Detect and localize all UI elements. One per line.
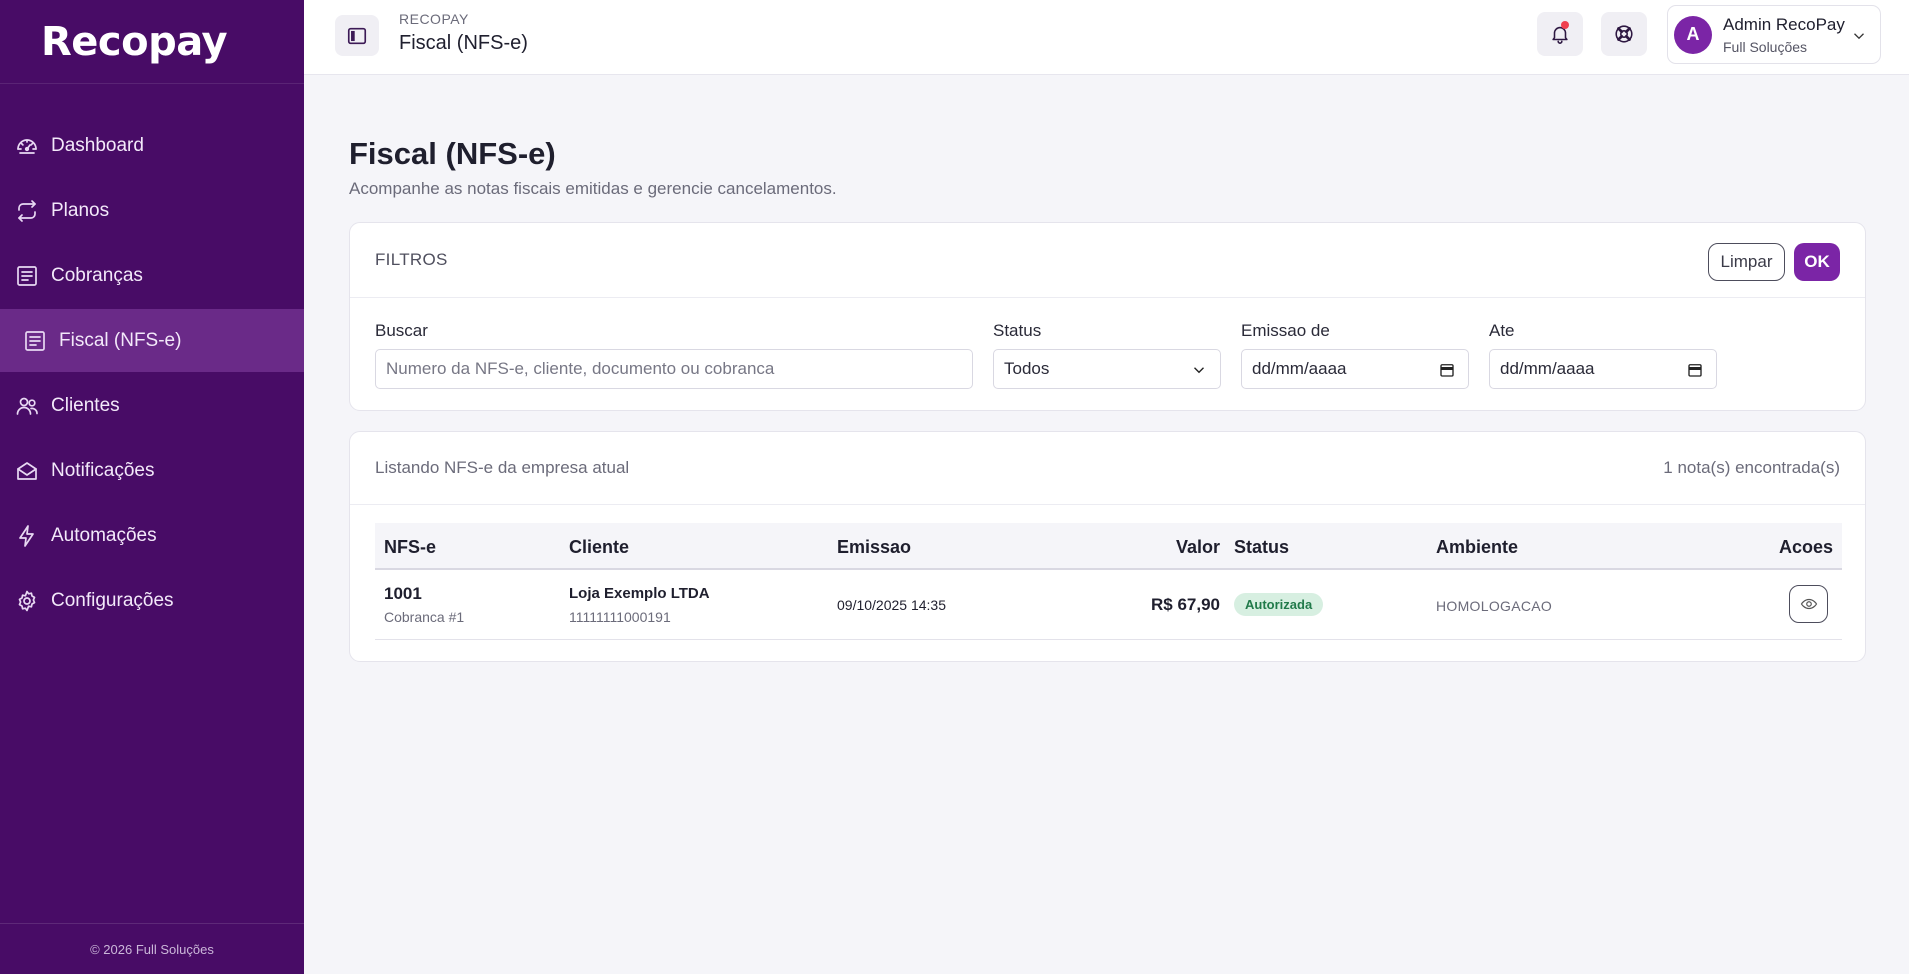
emissao-de-field: Emissao de dd/mm/aaaa xyxy=(1241,321,1469,389)
nfse-table: NFS-e Cliente Emissao Valor Status Ambie… xyxy=(375,523,1842,640)
sidebar-footer: © 2026 Full Soluções xyxy=(0,923,304,974)
calendar-icon[interactable] xyxy=(1438,361,1456,384)
ate-field: Ate dd/mm/aaaa xyxy=(1489,321,1717,389)
filters-heading: FILTROS xyxy=(375,250,448,269)
sidebar-item-clientes[interactable]: Clientes xyxy=(0,374,304,437)
filters-header: FILTROS Limpar OK xyxy=(350,223,1865,298)
sidebar-item-label: Notificações xyxy=(51,459,155,481)
column-header-emissao: Emissao xyxy=(837,537,912,557)
receipt-icon xyxy=(22,328,48,354)
column-header-acoes: Acoes xyxy=(1778,537,1833,557)
column-header-cliente: Cliente xyxy=(569,537,630,557)
help-button[interactable] xyxy=(1601,12,1647,56)
status-badge: Autorizada xyxy=(1234,593,1324,616)
page-subtitle: Acompanhe as notas fiscais emitidas e ge… xyxy=(349,179,837,198)
sidebar-item-label: Planos xyxy=(51,199,110,221)
sidebar-item-notificacoes[interactable]: Notificações xyxy=(0,439,304,502)
result-count: 1 nota(s) encontrada(s) xyxy=(1663,458,1840,477)
status-select[interactable]: Todos xyxy=(993,349,1221,389)
client-name: Loja Exemplo LTDA xyxy=(569,585,710,602)
notification-dot xyxy=(1561,21,1569,29)
emissao-de-label: Emissao de xyxy=(1241,321,1330,340)
column-header-ambiente: Ambiente xyxy=(1436,537,1519,557)
user-name: Admin RecoPay xyxy=(1723,14,1845,34)
notifications-button[interactable] xyxy=(1537,12,1583,56)
lifebuoy-icon xyxy=(1615,25,1633,43)
status-label: Status xyxy=(993,321,1042,340)
sidebar-item-label: Dashboard xyxy=(51,134,144,156)
sidebar: Recopay Dashboard Planos Cobranças Fisca… xyxy=(0,0,304,974)
user-info: Admin RecoPay Full Soluções xyxy=(1723,15,1845,55)
column-header-nfse: NFS-e xyxy=(384,537,437,557)
client-document: 11111111000191 xyxy=(569,609,671,625)
search-label: Buscar xyxy=(375,321,428,340)
search-input[interactable]: Numero da NFS-e, cliente, documento ou c… xyxy=(375,349,973,389)
table-header: NFS-e Cliente Emissao Valor Status Ambie… xyxy=(375,523,1842,570)
search-field: Buscar Numero da NFS-e, cliente, documen… xyxy=(375,321,973,389)
list-header: Listando NFS-e da empresa atual 1 nota(s… xyxy=(350,432,1865,505)
column-header-valor: Valor xyxy=(1175,537,1220,557)
chevron-down-icon xyxy=(1850,27,1868,50)
repeat-icon xyxy=(14,198,40,224)
environment-label: HOMOLOGACAO xyxy=(1436,598,1553,614)
ate-input[interactable]: dd/mm/aaaa xyxy=(1489,349,1717,389)
column-header-status: Status xyxy=(1234,537,1290,557)
list-caption: Listando NFS-e da empresa atual xyxy=(375,458,630,477)
sidebar-item-planos[interactable]: Planos xyxy=(0,179,304,242)
receipt-icon xyxy=(14,263,40,289)
gear-icon xyxy=(14,588,40,614)
header-title: Fiscal (NFS-e) xyxy=(399,32,528,54)
eye-icon xyxy=(1800,598,1817,610)
sidebar-item-configuracoes[interactable]: Configurações xyxy=(0,569,304,632)
emissao-de-placeholder: dd/mm/aaaa xyxy=(1252,359,1347,378)
filters-card: FILTROS Limpar OK Buscar Numero da NFS-e… xyxy=(349,222,1866,411)
sidebar-item-label: Configurações xyxy=(51,589,174,611)
sidebar-nav: Dashboard Planos Cobranças Fiscal (NFS-e… xyxy=(0,114,304,632)
logo[interactable]: Recopay xyxy=(0,0,304,84)
sidebar-toggle-icon xyxy=(347,27,367,44)
top-header: RECOPAY Fiscal (NFS-e) A Admin RecoPay F… xyxy=(304,0,1909,75)
clear-filters-button[interactable]: Limpar xyxy=(1708,243,1785,281)
sidebar-item-label: Cobranças xyxy=(51,264,143,286)
ate-placeholder: dd/mm/aaaa xyxy=(1500,359,1595,378)
status-select-value: Todos xyxy=(1004,359,1050,378)
gauge-icon xyxy=(14,133,40,159)
nfse-list-card: Listando NFS-e da empresa atual 1 nota(s… xyxy=(349,431,1866,662)
calendar-icon[interactable] xyxy=(1686,361,1704,384)
table-row[interactable]: 1001 Cobranca #1 Loja Exemplo LTDA 11111… xyxy=(375,570,1842,640)
page-title: Fiscal (NFS-e) xyxy=(349,136,556,171)
emission-date: 09/10/2025 14:35 xyxy=(837,597,946,613)
nfse-reference: Cobranca #1 xyxy=(384,609,465,625)
nfse-number: 1001 xyxy=(384,584,422,603)
view-nfse-button[interactable] xyxy=(1789,585,1828,623)
chevron-down-icon xyxy=(1190,361,1208,384)
logo-text: Recopay xyxy=(41,18,228,65)
sidebar-item-cobrancas[interactable]: Cobranças xyxy=(0,244,304,307)
invoice-value: R$ 67,90 xyxy=(1151,595,1220,614)
user-menu[interactable]: A Admin RecoPay Full Soluções xyxy=(1667,5,1881,64)
mail-icon xyxy=(14,458,40,484)
sidebar-item-label: Clientes xyxy=(51,394,120,416)
header-kicker: RECOPAY xyxy=(399,11,469,27)
status-field: Status Todos xyxy=(993,321,1221,389)
user-org: Full Soluções xyxy=(1723,38,1808,55)
sidebar-toggle-button[interactable] xyxy=(335,15,379,56)
sidebar-item-label: Automações xyxy=(51,524,157,546)
header-titles: RECOPAY Fiscal (NFS-e) xyxy=(399,11,528,55)
emissao-de-input[interactable]: dd/mm/aaaa xyxy=(1241,349,1469,389)
sidebar-item-dashboard[interactable]: Dashboard xyxy=(0,114,304,177)
users-icon xyxy=(14,393,40,419)
avatar: A xyxy=(1674,15,1712,54)
sidebar-item-label: Fiscal (NFS-e) xyxy=(59,329,182,351)
bolt-icon xyxy=(14,523,40,549)
ate-label: Ate xyxy=(1489,321,1515,340)
sidebar-item-automacoes[interactable]: Automações xyxy=(0,504,304,567)
sidebar-item-fiscal[interactable]: Fiscal (NFS-e) xyxy=(0,309,304,372)
apply-filters-button[interactable]: OK xyxy=(1794,243,1840,281)
